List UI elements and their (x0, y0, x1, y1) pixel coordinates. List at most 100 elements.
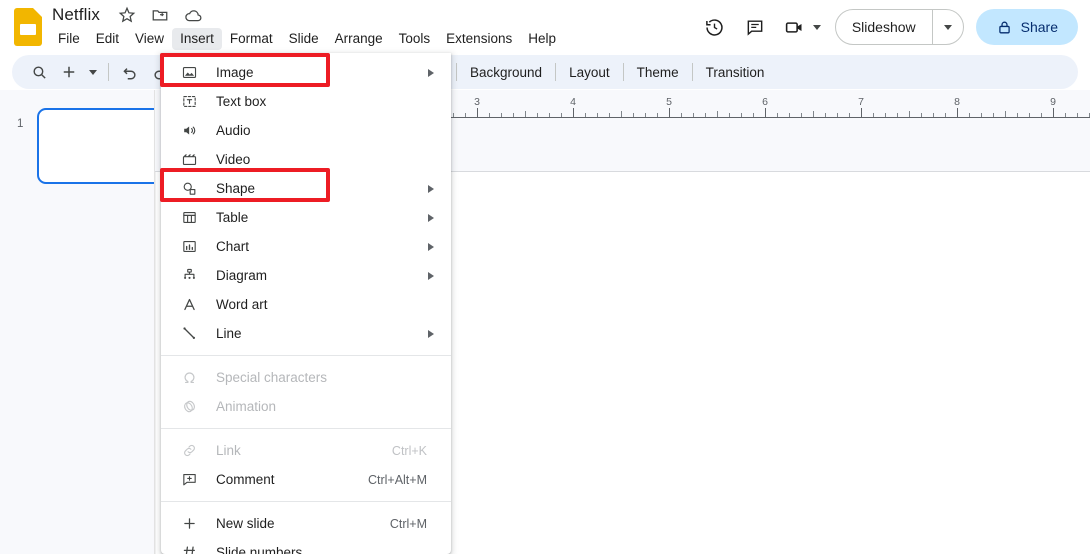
menu-item-label: Chart (216, 239, 250, 254)
slide-number: 1 (17, 118, 24, 130)
share-button[interactable]: Share (975, 9, 1078, 45)
google-slides-window: Netflix File Edit View Insert Format Sli… (0, 0, 1090, 554)
slide-thumbnail[interactable] (37, 108, 169, 184)
horizontal-ruler[interactable]: 3 4 5 6 7 8 9 (450, 92, 1090, 118)
plus-icon (180, 515, 198, 533)
slide-thumbnail-panel: 1 (0, 90, 169, 554)
move-to-folder-icon[interactable] (151, 6, 170, 25)
menu-edit[interactable]: Edit (88, 28, 127, 50)
animation-icon (180, 398, 198, 416)
insert-dropdown-menu: Image Text box Audio Video Shape Table Chart Di… (161, 53, 451, 554)
ruler-label: 4 (570, 96, 576, 108)
comment-icon[interactable] (735, 7, 775, 47)
submenu-arrow-icon (428, 271, 434, 280)
menu-bar: File Edit View Insert Format Slide Arran… (50, 28, 564, 50)
theme-button[interactable]: Theme (624, 65, 692, 80)
diagram-icon (180, 267, 198, 285)
ruler-label: 7 (858, 96, 864, 108)
menu-item-label: Slide numbers (216, 545, 303, 554)
slideshow-button[interactable]: Slideshow (836, 10, 932, 44)
share-label: Share (1020, 19, 1058, 35)
document-title[interactable]: Netflix (52, 5, 100, 25)
cloud-saved-icon[interactable] (184, 6, 203, 25)
menu-item-comment[interactable]: Comment Ctrl+Alt+M (161, 465, 451, 494)
menu-format[interactable]: Format (222, 28, 281, 50)
menu-view[interactable]: View (127, 28, 172, 50)
menu-extensions[interactable]: Extensions (438, 28, 520, 50)
menu-item-text-box[interactable]: Text box (161, 87, 451, 116)
image-icon (180, 64, 198, 82)
menu-item-special-characters: Special characters (161, 363, 451, 392)
table-icon (180, 209, 198, 227)
ruler-label: 6 (762, 96, 768, 108)
slideshow-options-chevron-down-icon[interactable] (933, 10, 963, 44)
menu-item-label: Image (216, 65, 254, 80)
add-comment-icon (180, 471, 198, 489)
menu-item-label: Shape (216, 181, 256, 196)
ruler-label: 8 (954, 96, 960, 108)
link-icon (180, 442, 198, 460)
toolbar-divider (108, 63, 109, 81)
menu-arrange[interactable]: Arrange (327, 28, 391, 50)
toolbar-section-buttons: Background Layout Theme Transition (456, 55, 777, 89)
menu-item-label: Line (216, 326, 242, 341)
slide-list-item[interactable]: 1 (0, 108, 169, 184)
menu-tools[interactable]: Tools (391, 28, 439, 50)
menu-item-label: Comment (216, 472, 275, 487)
hash-icon (180, 544, 198, 554)
slideshow-button-group[interactable]: Slideshow (834, 9, 964, 45)
menu-item-label: Word art (216, 297, 268, 312)
menu-item-video[interactable]: Video (161, 145, 451, 174)
menu-item-shape[interactable]: Shape (161, 174, 451, 203)
add-icon[interactable] (54, 57, 84, 87)
submenu-arrow-icon (428, 68, 434, 77)
text-box-icon (180, 93, 198, 111)
lock-icon (996, 19, 1013, 36)
audio-icon (180, 122, 198, 140)
menu-file[interactable]: File (50, 28, 88, 50)
menu-item-label: Diagram (216, 268, 268, 283)
menu-item-label: Audio (216, 123, 251, 138)
submenu-arrow-icon (428, 184, 434, 193)
menu-help[interactable]: Help (520, 28, 564, 50)
transition-button[interactable]: Transition (693, 65, 778, 80)
undo-icon[interactable] (115, 57, 145, 87)
video-icon (180, 151, 198, 169)
chevron-down-icon[interactable] (812, 24, 821, 30)
menu-item-shortcut: Ctrl+K (391, 443, 427, 458)
omega-icon (180, 369, 198, 387)
menu-item-chart[interactable]: Chart (161, 232, 451, 261)
menu-item-label: Video (216, 152, 251, 167)
word-art-icon (180, 296, 198, 314)
present-to-meeting-control[interactable] (775, 7, 827, 47)
menu-item-diagram[interactable]: Diagram (161, 261, 451, 290)
layout-button[interactable]: Layout (556, 65, 623, 80)
menu-insert[interactable]: Insert (172, 28, 222, 50)
menu-item-new-slide[interactable]: New slide Ctrl+M (161, 509, 451, 538)
google-slides-logo[interactable] (14, 8, 42, 46)
ruler-label: 9 (1050, 96, 1056, 108)
submenu-arrow-icon (428, 213, 434, 222)
star-icon[interactable] (118, 6, 137, 25)
menu-item-table[interactable]: Table (161, 203, 451, 232)
menu-item-label: Animation (216, 399, 277, 414)
menu-item-audio[interactable]: Audio (161, 116, 451, 145)
menu-item-image[interactable]: Image (161, 58, 451, 87)
menu-item-slide-numbers[interactable]: Slide numbers (161, 538, 451, 554)
menu-item-shortcut: Ctrl+M (389, 516, 427, 531)
canvas-left-edge (155, 172, 156, 554)
menu-item-word-art[interactable]: Word art (161, 290, 451, 319)
menu-item-label: Special characters (216, 370, 328, 385)
menu-item-shortcut: Ctrl+Alt+M (367, 472, 427, 487)
new-slide-chevron-down-icon[interactable] (84, 57, 102, 87)
menu-item-line[interactable]: Line (161, 319, 451, 348)
menu-slide[interactable]: Slide (281, 28, 327, 50)
menu-item-label: Table (216, 210, 249, 225)
video-camera-icon[interactable] (775, 7, 815, 47)
background-button[interactable]: Background (457, 65, 555, 80)
version-history-icon[interactable] (695, 7, 735, 47)
top-bar: Netflix File Edit View Insert Format Sli… (0, 0, 1090, 54)
submenu-arrow-icon (428, 242, 434, 251)
shape-icon (180, 180, 198, 198)
search-icon[interactable] (24, 57, 54, 87)
